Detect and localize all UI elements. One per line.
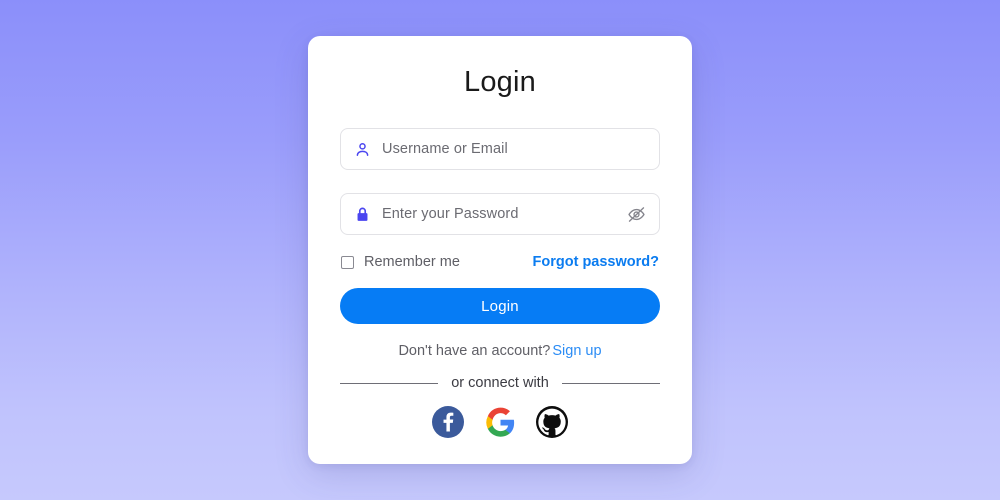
page-title: Login [464,66,536,98]
connect-divider: or connect with [340,375,660,391]
github-login-button[interactable] [536,406,568,438]
social-login-row [340,406,660,438]
signup-row: Don't have an account? Sign up [340,343,660,359]
signup-link[interactable]: Sign up [552,343,601,359]
password-placeholder: Enter your Password [382,206,519,222]
options-row: Remember me Forgot password? [340,254,660,270]
password-field[interactable]: Enter your Password [340,193,660,235]
user-icon [353,140,371,158]
login-card: Login Username or Email Enter your Passw… [308,36,692,464]
facebook-login-button[interactable] [432,406,464,438]
divider-line-left [340,382,439,384]
divider-label: or connect with [451,375,549,391]
remember-me-checkbox[interactable] [341,255,354,269]
remember-me-control[interactable]: Remember me [341,254,460,270]
username-placeholder: Username or Email [382,141,508,157]
github-icon [538,408,566,436]
forgot-password-link[interactable]: Forgot password? [533,254,659,270]
username-field[interactable]: Username or Email [340,128,660,170]
login-button[interactable]: Login [340,288,660,324]
google-login-button[interactable] [484,406,516,438]
google-icon [485,407,514,437]
remember-me-label: Remember me [364,254,460,270]
eye-off-icon[interactable] [625,203,647,225]
divider-line-right [561,382,660,384]
facebook-icon [443,412,454,432]
signup-prompt-text: Don't have an account? [398,343,551,359]
lock-icon [353,205,371,223]
